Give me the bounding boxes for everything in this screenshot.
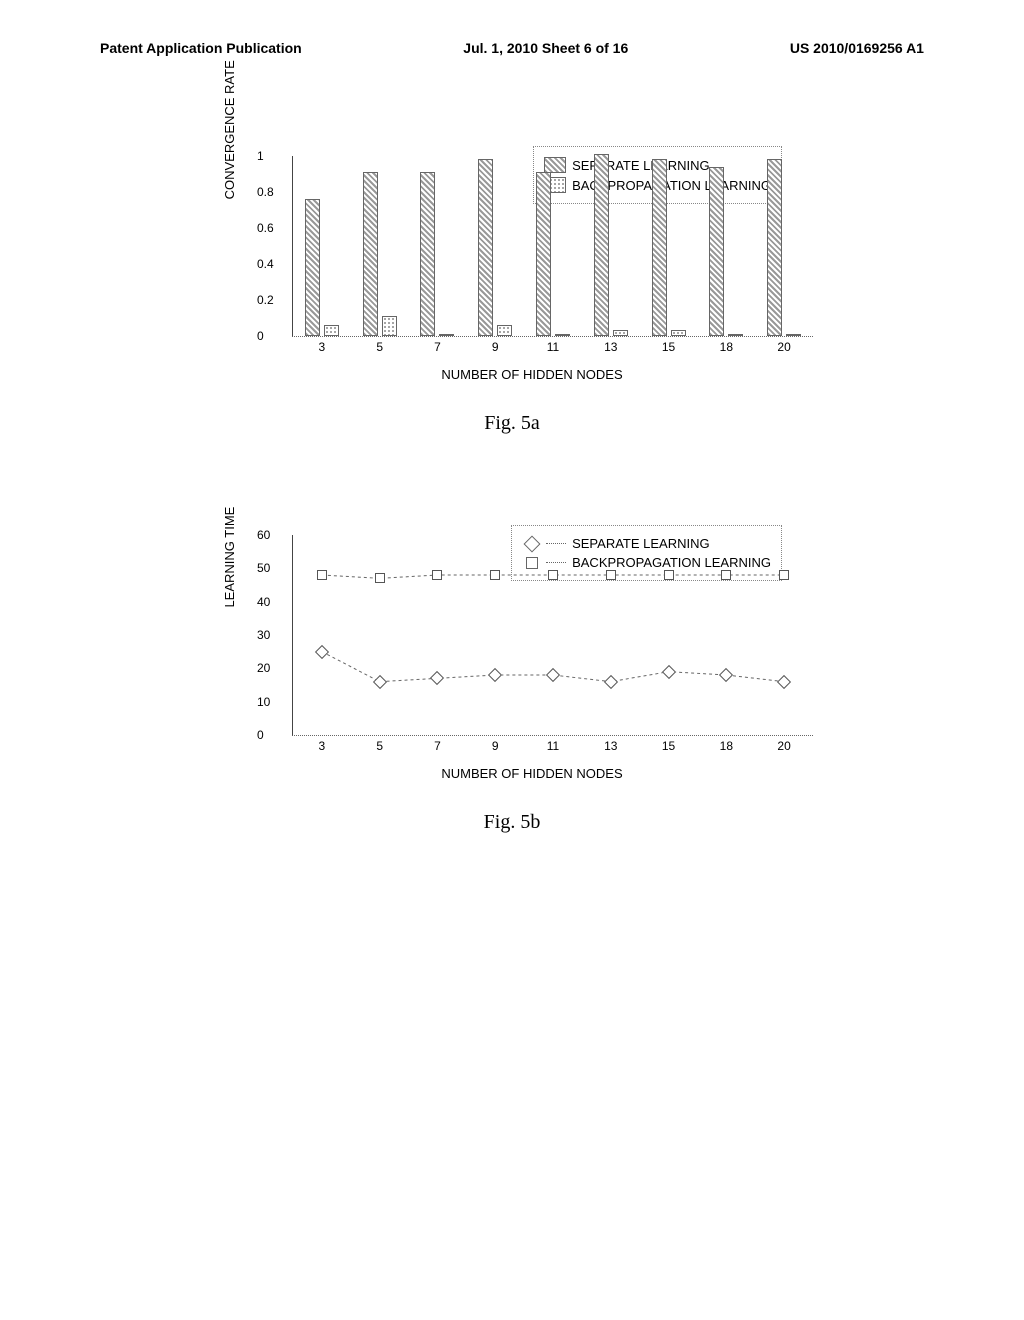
bar-group <box>420 172 454 336</box>
page-header: Patent Application Publication Jul. 1, 2… <box>100 40 924 56</box>
square-marker-icon <box>490 570 500 580</box>
y-axis-label: LEARNING TIME <box>222 507 237 608</box>
x-tick: 15 <box>662 340 675 354</box>
bar-backprop <box>786 334 801 336</box>
bar-backprop <box>671 330 686 336</box>
bar-separate <box>652 159 667 336</box>
square-marker-icon <box>779 570 789 580</box>
x-tick: 7 <box>434 739 441 753</box>
y-axis-label: CONVERGENCE RATE <box>222 60 237 199</box>
x-tick: 3 <box>319 340 326 354</box>
bar-backprop <box>382 316 397 336</box>
x-tick: 13 <box>604 739 617 753</box>
square-marker-icon <box>606 570 616 580</box>
bar-plot-area: 00.20.40.60.8135791113151820 <box>292 156 813 337</box>
y-tick: 0.4 <box>257 257 274 271</box>
bar-separate <box>536 172 551 336</box>
bar-separate <box>420 172 435 336</box>
x-tick: 5 <box>376 340 383 354</box>
square-marker-icon <box>317 570 327 580</box>
bar-backprop <box>497 325 512 336</box>
square-marker-icon <box>375 573 385 583</box>
y-tick: 10 <box>257 695 270 709</box>
bar-separate <box>305 199 320 336</box>
bar-backprop <box>555 334 570 336</box>
y-tick: 0.2 <box>257 293 274 307</box>
bar-group <box>363 172 397 336</box>
x-tick: 18 <box>720 340 733 354</box>
header-left: Patent Application Publication <box>100 40 302 56</box>
y-tick: 50 <box>257 561 270 575</box>
bar-separate <box>594 154 609 336</box>
square-marker-icon <box>664 570 674 580</box>
figure-5a: SEPARATE LEARNING BACKPROPAGATION LEARNI… <box>212 156 812 435</box>
bar-separate <box>478 159 493 336</box>
x-tick: 11 <box>547 739 559 753</box>
x-axis-label: NUMBER OF HIDDEN NODES <box>252 766 812 781</box>
bar-backprop <box>613 330 628 336</box>
bar-separate <box>767 159 782 336</box>
bar-backprop <box>324 325 339 336</box>
y-tick: 1 <box>257 149 264 163</box>
x-tick: 13 <box>604 340 617 354</box>
header-center: Jul. 1, 2010 Sheet 6 of 16 <box>463 40 628 56</box>
bar-group <box>709 167 743 336</box>
bar-separate <box>709 167 724 336</box>
x-tick: 7 <box>434 340 441 354</box>
y-tick: 0.6 <box>257 221 274 235</box>
x-tick: 3 <box>319 739 326 753</box>
x-tick: 9 <box>492 340 499 354</box>
bar-group <box>536 172 570 336</box>
bar-group <box>652 159 686 336</box>
x-tick: 20 <box>777 739 790 753</box>
x-tick: 9 <box>492 739 499 753</box>
square-marker-icon <box>548 570 558 580</box>
x-tick: 18 <box>720 739 733 753</box>
x-tick: 5 <box>376 739 383 753</box>
figure-caption: Fig. 5b <box>212 811 812 834</box>
x-tick: 11 <box>547 340 559 354</box>
y-tick: 20 <box>257 661 270 675</box>
bar-group <box>767 159 801 336</box>
bar-group <box>305 199 339 336</box>
y-tick: 40 <box>257 595 270 609</box>
x-tick: 20 <box>777 340 790 354</box>
y-tick: 60 <box>257 528 270 542</box>
y-tick: 30 <box>257 628 270 642</box>
y-tick: 0 <box>257 728 264 742</box>
header-right: US 2010/0169256 A1 <box>790 40 924 56</box>
bar-backprop <box>439 334 454 336</box>
x-axis-label: NUMBER OF HIDDEN NODES <box>252 367 812 382</box>
line-plot-area: 010203040506035791113151820 <box>292 535 813 736</box>
bar-backprop <box>728 334 743 336</box>
y-tick: 0.8 <box>257 185 274 199</box>
y-tick: 0 <box>257 329 264 343</box>
square-marker-icon <box>721 570 731 580</box>
bar-group <box>478 159 512 336</box>
figure-5b: SEPARATE LEARNING BACKPROPAGATION LEARNI… <box>212 535 812 834</box>
bar-group <box>594 154 628 336</box>
x-tick: 15 <box>662 739 675 753</box>
figure-caption: Fig. 5a <box>212 412 812 435</box>
bar-separate <box>363 172 378 336</box>
square-marker-icon <box>432 570 442 580</box>
